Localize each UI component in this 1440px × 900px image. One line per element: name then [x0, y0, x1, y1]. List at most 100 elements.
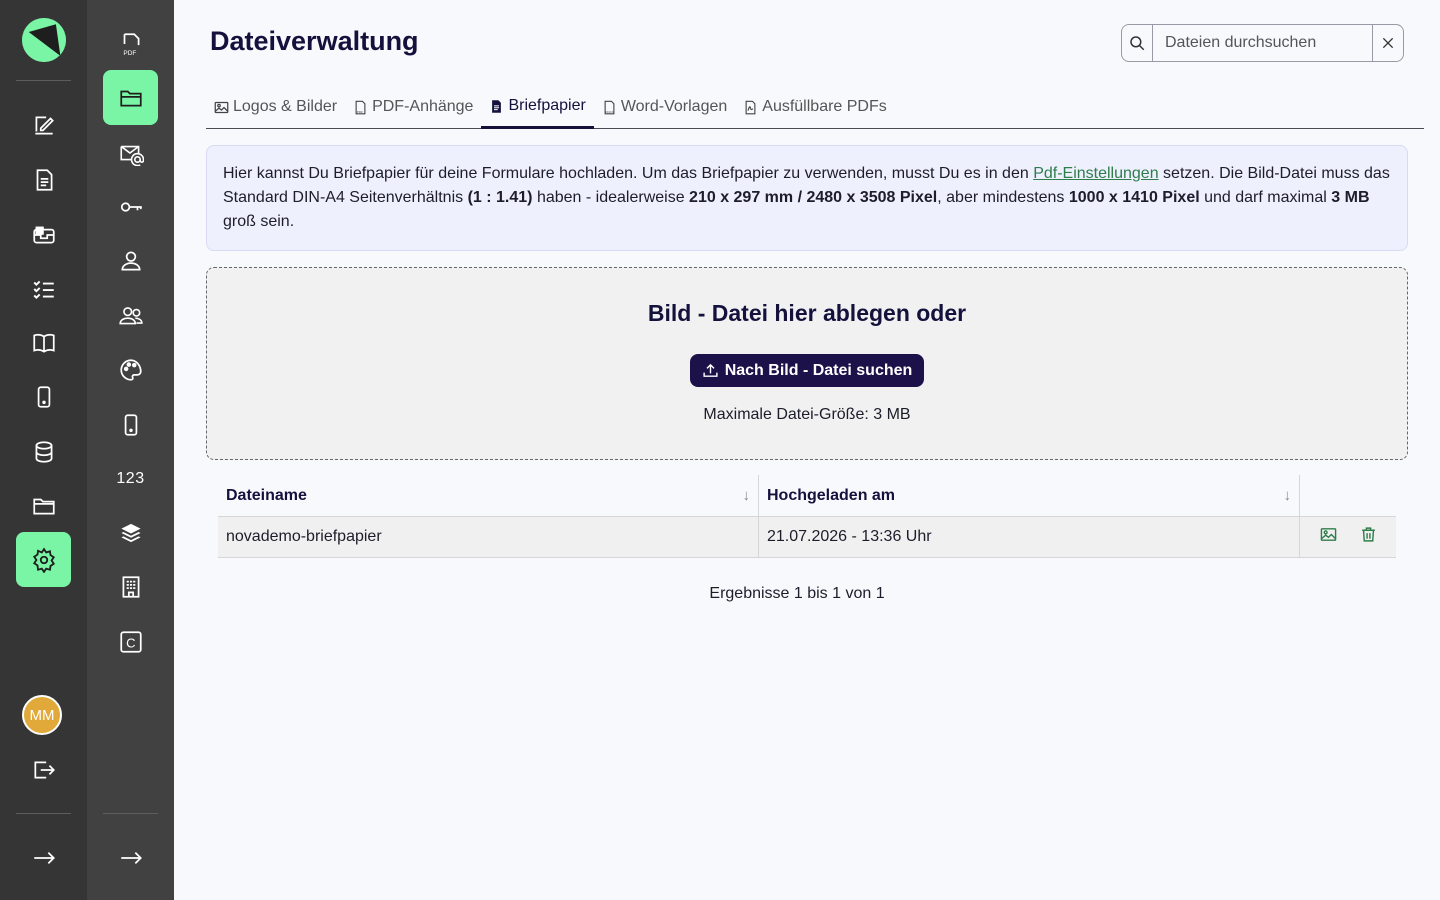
info-ideal-size: 210 x 297 mm / 2480 x 3508 Pixel: [689, 189, 938, 206]
nav-forms[interactable]: [16, 152, 71, 207]
settings-sidebar: PDF 123 C: [87, 0, 174, 900]
clear-search-button[interactable]: [1372, 25, 1403, 61]
expand-sidebar-button[interactable]: [16, 830, 71, 885]
pdf-file-icon: PDF: [355, 100, 366, 114]
tab-pdf-attachments[interactable]: PDF PDF-Anhänge: [345, 86, 481, 128]
nav-settings[interactable]: [16, 532, 71, 587]
close-icon: [1382, 37, 1394, 49]
form-document-icon: [36, 168, 52, 191]
tab-logos[interactable]: Logos & Bilder: [206, 86, 345, 128]
nav-mobile[interactable]: [103, 397, 158, 452]
info-ratio: (1 : 1.41): [467, 189, 533, 206]
cell-uploaded: 21.07.2026 - 13:36 Uhr: [759, 517, 1300, 557]
document-icon: [492, 99, 502, 113]
info-text: haben - idealerweise: [532, 189, 690, 206]
pagination-summary: Ergebnisse 1 bis 1 von 1: [709, 585, 885, 602]
svg-text:C: C: [126, 635, 135, 650]
table-header: Dateiname ↓ Hochgeladen am ↓: [218, 475, 1396, 517]
browse-file-button[interactable]: Nach Bild - Datei suchen: [690, 354, 924, 387]
tab-label: Briefpapier: [508, 97, 586, 114]
info-text: Hier kannst Du Briefpapier für deine For…: [223, 165, 1034, 182]
info-text: groß sein.: [223, 213, 295, 230]
files-table: Dateiname ↓ Hochgeladen am ↓ novademo-br…: [218, 475, 1396, 558]
database-icon: [35, 440, 52, 463]
image-icon: [214, 101, 229, 113]
nav-book[interactable]: [16, 315, 71, 370]
browse-file-label: Nach Bild - Datei suchen: [724, 361, 913, 379]
sort-arrow-icon: ↓: [742, 487, 751, 504]
nav-keys[interactable]: [103, 179, 158, 234]
nav-file-management[interactable]: [103, 70, 158, 125]
arrow-right-icon: [33, 851, 55, 864]
svg-text:PDF: PDF: [123, 49, 136, 56]
nav-database[interactable]: [16, 424, 71, 479]
layers-icon: [118, 522, 143, 543]
preview-button[interactable]: [1320, 526, 1337, 548]
cell-actions: [1300, 517, 1396, 557]
arrow-right-icon: [120, 851, 142, 864]
column-label: Hochgeladen am: [767, 486, 896, 504]
number-icon: 123: [116, 469, 145, 487]
column-uploaded[interactable]: Hochgeladen am ↓: [759, 475, 1300, 516]
logo-icon: [22, 18, 66, 62]
mobile-device-icon: [124, 413, 137, 436]
nav-theme[interactable]: [103, 342, 158, 397]
delete-button[interactable]: [1360, 526, 1377, 548]
nav-pdf[interactable]: PDF: [103, 16, 158, 71]
search-icon: [1130, 36, 1145, 51]
nav-inbox[interactable]: [16, 207, 71, 262]
tab-word-templates[interactable]: DOCX Word-Vorlagen: [594, 86, 735, 128]
nav-files[interactable]: [16, 478, 71, 533]
settings-gear-icon: [32, 547, 55, 573]
column-filename[interactable]: Dateiname ↓: [218, 475, 759, 516]
column-label: Dateiname: [226, 486, 307, 504]
main-content: Dateiverwaltung Logos & Bilder PDF PDF-A…: [174, 0, 1440, 900]
nav-company[interactable]: [103, 559, 158, 614]
search-button[interactable]: [1122, 25, 1153, 61]
docx-file-icon: DOCX: [604, 100, 615, 114]
user-icon: [120, 250, 141, 271]
smartphone-icon: [37, 385, 50, 408]
divider: [16, 80, 71, 81]
building-icon: [122, 575, 139, 598]
user-avatar[interactable]: MM: [22, 695, 62, 735]
page-title: Dateiverwaltung: [210, 26, 419, 56]
tab-fillable-pdfs[interactable]: Ausfüllbare PDFs: [735, 86, 895, 128]
nav-mail[interactable]: [103, 125, 158, 180]
nav-c-module[interactable]: C: [103, 614, 158, 669]
file-type-tabs: Logos & Bilder PDF PDF-Anhänge Briefpapi…: [206, 86, 1424, 129]
palette-icon: [119, 358, 142, 381]
dropzone-title: Bild - Datei hier ablegen oder: [647, 300, 967, 326]
c-box-icon: C: [119, 630, 142, 653]
nav-layers[interactable]: [103, 505, 158, 560]
max-file-size: Maximale Datei-Größe: 3 MB: [703, 406, 911, 423]
upload-dropzone[interactable]: Bild - Datei hier ablegen oder Nach Bild…: [206, 267, 1408, 460]
trash-icon: [1361, 527, 1375, 542]
table-row[interactable]: novademo-briefpapier 21.07.2026 - 13:36 …: [218, 517, 1396, 558]
nav-checklist[interactable]: [16, 261, 71, 316]
info-max-size: 3 MB: [1331, 189, 1370, 206]
nav-signature-edit[interactable]: [16, 97, 71, 152]
info-min-size: 1000 x 1410 Pixel: [1068, 189, 1200, 206]
checklist-icon: [33, 280, 54, 299]
svg-text:PDF: PDF: [357, 110, 363, 114]
signature-edit-icon: [34, 116, 54, 135]
tab-label: Ausfüllbare PDFs: [762, 98, 887, 115]
nav-numbers[interactable]: 123: [103, 451, 158, 506]
sort-arrow-icon: ↓: [1283, 487, 1292, 504]
nav-app[interactable]: [16, 369, 71, 424]
cell-filename: novademo-briefpapier: [218, 517, 759, 557]
book-icon: [32, 333, 55, 353]
info-text: , aber mindestens: [937, 189, 1069, 206]
search-input[interactable]: [1153, 25, 1372, 61]
tab-label: PDF-Anhänge: [372, 98, 474, 115]
pdf-settings-link[interactable]: Pdf-Einstellungen: [1033, 165, 1158, 182]
app-logo[interactable]: [22, 18, 66, 62]
logout-icon: [33, 761, 55, 778]
nav-users[interactable]: [103, 288, 158, 343]
primary-sidebar: MM: [0, 0, 87, 900]
logout-button[interactable]: [16, 742, 71, 797]
nav-user[interactable]: [103, 233, 158, 288]
tab-letterhead[interactable]: Briefpapier: [481, 86, 594, 129]
expand-settings-sidebar-button[interactable]: [103, 830, 158, 885]
